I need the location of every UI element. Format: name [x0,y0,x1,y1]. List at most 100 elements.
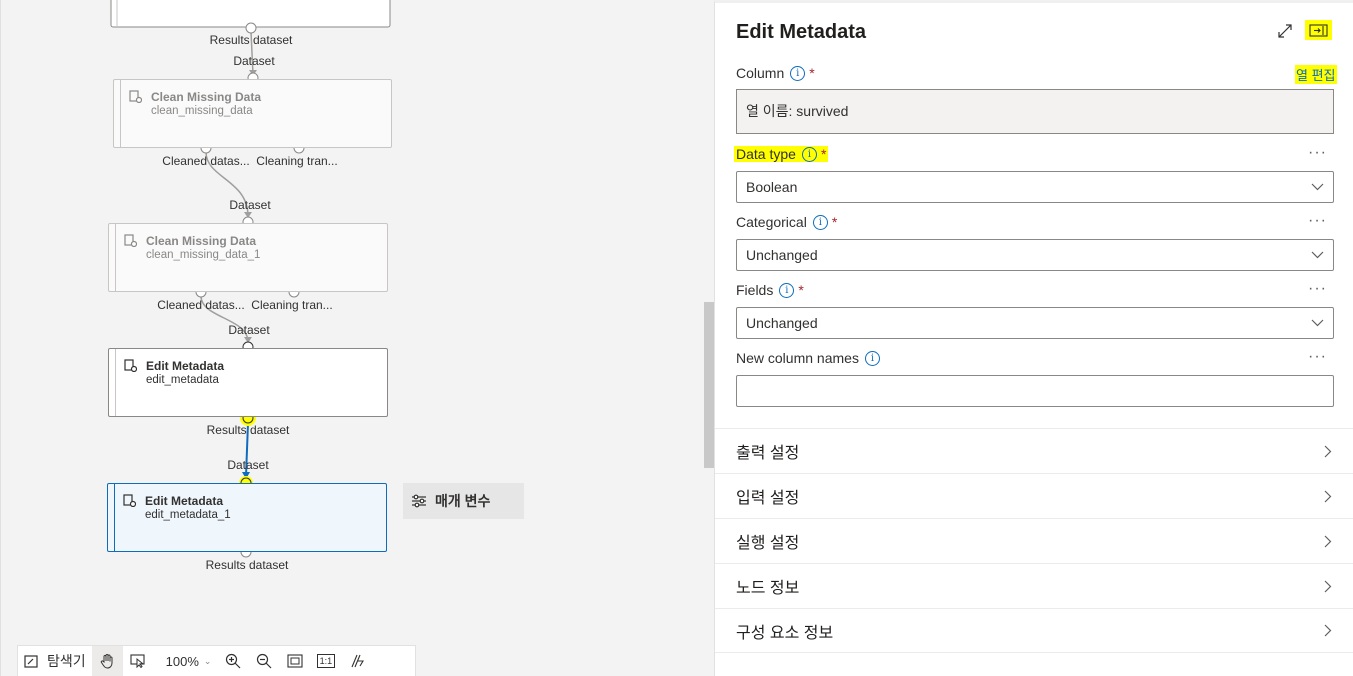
categorical-value: Unchanged [746,247,818,263]
chevron-right-icon [1324,535,1332,547]
node-subtitle: clean_missing_data_1 [146,249,261,261]
data-type-value: Boolean [746,179,798,195]
select-tool-button[interactable] [123,646,154,676]
node-title: Edit Metadata [146,359,225,373]
more-options-icon[interactable]: ··· [1308,212,1327,230]
zoom-level-value: 100% [165,653,199,669]
settings-sections: 출력 설정 입력 설정 실행 설정 노드 정보 구성 요소 정보 [715,428,1353,653]
node-title: Edit Metadata [145,494,224,508]
module-icon [124,234,137,247]
select-icon [130,654,145,668]
zoom-level-dropdown[interactable]: 100% ⌄ [154,646,218,676]
expand-icon[interactable] [1276,22,1294,40]
sliders-icon [412,494,426,508]
chevron-right-icon [1324,445,1332,457]
properties-panel: Edit Metadata Column i * 열 편집 열 이름: surv… [714,0,1353,676]
chevron-down-icon [1311,251,1324,259]
info-icon[interactable]: i [864,350,880,366]
section-node-info[interactable]: 노드 정보 [715,563,1353,608]
explorer-label: 탐색기 [47,653,86,669]
pipeline-node-selected[interactable]: Edit Metadata edit_metadata_1 [107,483,387,552]
node-title: Clean Missing Data [146,234,257,248]
categorical-dropdown[interactable]: Unchanged [736,239,1334,271]
node-title: Clean Missing Data [151,90,262,104]
section-label: 실행 설정 [736,535,800,552]
section-label: 구성 요소 정보 [736,624,834,642]
zoom-in-icon [225,653,241,669]
fit-to-screen-button[interactable] [279,646,310,676]
required-marker: * [798,282,804,298]
info-icon[interactable]: i [801,146,817,162]
section-label: 입력 설정 [736,490,800,507]
port-label: Results dataset [206,423,290,437]
required-marker: * [831,214,838,230]
info-icon[interactable]: i [779,282,795,298]
hand-icon [100,654,113,669]
pan-tool-button[interactable] [91,646,123,676]
pipeline-node[interactable]: Clean Missing Data clean_missing_data [113,79,392,148]
data-type-dropdown[interactable]: Boolean [736,171,1334,203]
auto-layout-icon [351,654,364,668]
pipeline-canvas[interactable]: Results dataset Dataset Clean Missing Da… [0,0,714,676]
info-icon[interactable]: i [812,214,828,230]
port-label: Dataset [227,458,269,472]
new-column-names-label: New column names [736,350,859,366]
canvas-scrollbar[interactable] [704,302,714,468]
section-run-settings[interactable]: 실행 설정 [715,518,1353,563]
module-icon [124,359,137,372]
module-icon [129,90,142,103]
categorical-field-label: Categorical i * [736,214,837,230]
data-type-label: Data type [736,146,796,162]
chevron-right-icon [1324,624,1332,637]
more-options-icon[interactable]: ··· [1308,348,1327,366]
more-options-icon[interactable]: ··· [1308,280,1327,298]
zoom-in-button[interactable] [217,646,248,676]
section-label: 노드 정보 [736,580,800,597]
fields-field-label: Fields i * [736,282,804,298]
edit-column-link[interactable]: 열 편집 [1295,65,1337,84]
zoom-out-button[interactable] [248,646,279,676]
chevron-down-icon: ⌄ [203,655,212,666]
section-label: 출력 설정 [736,445,800,462]
module-icon [123,494,136,507]
port-label: Cleaning tran... [256,154,338,168]
auto-layout-button[interactable] [341,646,372,676]
new-column-names-field-label: New column names i [736,350,880,366]
collapse-panel-icon [1309,23,1328,37]
explorer-button[interactable]: 탐색기 [18,646,92,676]
fields-dropdown[interactable]: Unchanged [736,307,1334,339]
port-label: Dataset [233,54,275,68]
port-label: Dataset [228,323,270,337]
required-marker: * [820,146,827,162]
canvas-toolbar: 탐색기 100% ⌄ 1:1 [17,645,416,676]
section-input-settings[interactable]: 입력 설정 [715,473,1353,518]
categorical-label: Categorical [736,214,807,230]
node-subtitle: edit_metadata_1 [145,509,231,521]
actual-size-button[interactable]: 1:1 [310,646,341,676]
explorer-icon [24,654,38,668]
port-label: Results dataset [209,33,293,47]
parameters-button[interactable]: 매개 변수 [403,483,524,519]
actual-size-icon: 1:1 [316,654,336,668]
fields-label: Fields [736,282,774,298]
pipeline-node[interactable]: Edit Metadata edit_metadata [108,348,388,417]
more-options-icon[interactable]: ··· [1308,144,1327,162]
port-label: Cleaned datas... [162,154,250,168]
column-label: Column [736,65,785,81]
parameters-label: 매개 변수 [435,493,491,509]
chevron-right-icon [1324,580,1332,592]
new-column-names-textarea[interactable] [736,375,1334,407]
section-output-settings[interactable]: 출력 설정 [715,428,1353,473]
fields-value: Unchanged [746,315,818,331]
close-panel-button[interactable] [1305,20,1332,40]
port-label: Cleaning tran... [251,298,333,312]
chevron-right-icon [1324,490,1332,502]
node-subtitle: clean_missing_data [151,105,253,117]
panel-title: Edit Metadata [736,21,867,43]
column-field-label: Column i * [736,65,815,81]
info-icon[interactable]: i [790,65,806,81]
pipeline-node[interactable]: Clean Missing Data clean_missing_data_1 [108,223,388,292]
port-label: Results dataset [205,558,289,572]
zoom-out-icon [256,653,272,669]
section-component-info[interactable]: 구성 요소 정보 [715,608,1353,653]
